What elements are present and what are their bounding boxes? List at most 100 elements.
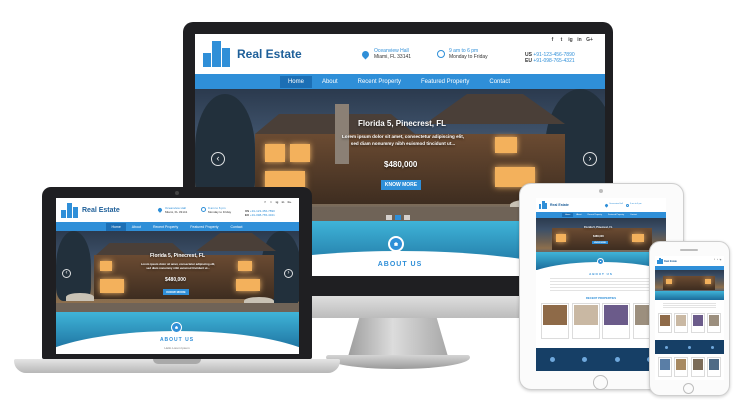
home-icon xyxy=(597,258,604,265)
nav-about[interactable]: About xyxy=(126,223,147,231)
nav-home[interactable]: Home xyxy=(106,222,126,231)
phone-info: US +91-123-456-7890 EU +91-098-765-4321 xyxy=(525,52,575,64)
google-plus-icon[interactable]: G+ xyxy=(584,37,595,43)
footer-icon xyxy=(614,357,620,362)
property-cards xyxy=(541,303,661,339)
building-logo-icon xyxy=(203,41,233,67)
facebook-icon[interactable]: f xyxy=(548,37,557,43)
building-logo-icon xyxy=(539,201,548,209)
home-icon xyxy=(388,236,404,252)
nav-recent-property[interactable]: Recent Property xyxy=(348,76,411,88)
hours-info: 9 am to 6 pm Monday to Friday xyxy=(201,206,245,214)
chevron-left-icon[interactable]: ‹ xyxy=(211,152,225,166)
hours-info: 9 am to 6 pm Monday to Friday xyxy=(437,48,515,60)
nav-about[interactable]: About xyxy=(312,76,348,88)
footer-icon xyxy=(549,357,555,362)
about-title: ABOUT US xyxy=(589,272,613,276)
tablet-home-button xyxy=(593,375,608,390)
know-more-button[interactable]: KNOW MORE xyxy=(592,241,608,244)
chevron-right-icon[interactable]: › xyxy=(284,269,293,278)
nav-recent-property[interactable]: Recent Property xyxy=(585,213,605,217)
slider-dot[interactable] xyxy=(386,215,392,220)
hero-desc-line1: Lorem ipsum dolor sit amet, consectetur … xyxy=(341,134,464,139)
nav-home[interactable]: Home xyxy=(279,75,312,88)
site-logo[interactable]: Real Estate xyxy=(657,258,677,264)
tree xyxy=(56,231,91,301)
phone-home-button xyxy=(683,383,694,394)
phone-info: US +91-123-456-7890 EU +91-098-765-4321 xyxy=(245,209,275,217)
house-roof xyxy=(196,233,276,251)
tablet-screen: Real Estate Oceanview Hall 9 am to 6 pm … xyxy=(536,198,666,371)
hero-desc-line2: sed diam nonummy nibh euismod tincidunt … xyxy=(146,266,210,271)
address-line2: Miami, FL 33141 xyxy=(165,210,188,214)
nav-home[interactable]: Home xyxy=(561,213,574,217)
phone-eu-label: EU xyxy=(245,212,250,217)
lit-window xyxy=(100,261,112,271)
address-info: Oceanview Hall Miami, FL 33141 xyxy=(360,48,431,60)
property-card[interactable] xyxy=(541,303,569,339)
monitor-stand-neck xyxy=(347,318,449,360)
slider-dot[interactable] xyxy=(404,215,410,220)
clock-icon xyxy=(625,204,629,207)
address-line1: Oceanview Hall xyxy=(609,203,623,205)
property-card[interactable] xyxy=(602,303,631,339)
google-plus-icon[interactable]: G+ xyxy=(286,200,293,204)
linkedin-icon[interactable]: in xyxy=(575,37,584,43)
site-logo[interactable]: Real Estate xyxy=(203,41,313,67)
property-card[interactable] xyxy=(690,313,705,333)
instagram-icon[interactable]: ig xyxy=(719,259,722,261)
know-more-button[interactable]: KNOW MORE xyxy=(163,289,189,295)
property-card[interactable] xyxy=(706,357,721,377)
footer-icon xyxy=(688,345,691,349)
stone-wall xyxy=(56,303,299,312)
property-card[interactable] xyxy=(674,357,689,377)
nav-about[interactable]: About xyxy=(573,213,584,217)
address-info: Oceanview Hall xyxy=(604,203,623,208)
content-lines xyxy=(663,303,716,309)
lit-window xyxy=(100,279,124,293)
nav-featured-property[interactable]: Featured Property xyxy=(411,76,479,88)
hero-price: $480,000 xyxy=(593,235,604,238)
site-logo-text: Real Estate xyxy=(237,47,302,61)
site-header: Real Estate Oceanview Hall Miami, FL 331… xyxy=(195,34,605,74)
chevron-right-icon[interactable]: › xyxy=(583,152,597,166)
social-links: f t ig xyxy=(713,259,722,261)
phone-eu[interactable]: +91-098-765-4321 xyxy=(533,58,574,64)
property-cards-more xyxy=(658,357,721,377)
hero-title: Florida 5, Pinecrest, FL xyxy=(358,119,447,128)
nav-contact[interactable]: Contact xyxy=(479,76,520,88)
site-logo[interactable]: Real Estate xyxy=(539,201,579,209)
phone-eu[interactable]: +91-098-765-4321 xyxy=(250,213,275,217)
hero-title: Florida 5, Pinecrest, FL xyxy=(150,253,206,259)
property-card[interactable] xyxy=(571,303,600,339)
pool xyxy=(655,291,724,300)
nav-contact[interactable]: Contact xyxy=(627,213,640,217)
chevron-left-icon[interactable]: ‹ xyxy=(62,269,71,278)
location-pin-icon xyxy=(157,207,163,213)
hero-price: $480,000 xyxy=(384,160,418,169)
social-links: f t ig in G+ xyxy=(262,200,293,204)
property-card[interactable] xyxy=(690,357,705,377)
property-card[interactable] xyxy=(658,313,672,333)
location-pin-icon xyxy=(604,203,609,208)
nav-featured-property[interactable]: Featured Property xyxy=(184,223,224,231)
social-links: f t ig in G+ xyxy=(548,37,595,43)
footer-icon xyxy=(665,345,668,349)
slider-dot-active[interactable] xyxy=(395,215,401,220)
recent-properties-title: RECENT PROPERTIES xyxy=(585,296,617,300)
slider-dots xyxy=(386,215,410,220)
nav-featured-property[interactable]: Featured Property xyxy=(605,213,627,217)
laptop-camera xyxy=(175,191,179,195)
nav-recent-property[interactable]: Recent Property xyxy=(147,223,184,231)
hours-line2: Monday to Friday xyxy=(449,54,488,60)
property-card[interactable] xyxy=(674,313,689,333)
property-card[interactable] xyxy=(706,313,721,333)
property-card[interactable] xyxy=(658,357,672,377)
twitter-icon[interactable]: t xyxy=(557,37,566,43)
lit-window xyxy=(666,279,672,284)
instagram-icon[interactable]: ig xyxy=(566,37,575,43)
nav-contact[interactable]: Contact xyxy=(224,223,248,231)
know-more-button[interactable]: KNOW MORE xyxy=(381,180,421,190)
site-logo[interactable]: Real Estate xyxy=(61,202,131,218)
main-nav: Home About Recent Property Featured Prop… xyxy=(56,222,299,231)
